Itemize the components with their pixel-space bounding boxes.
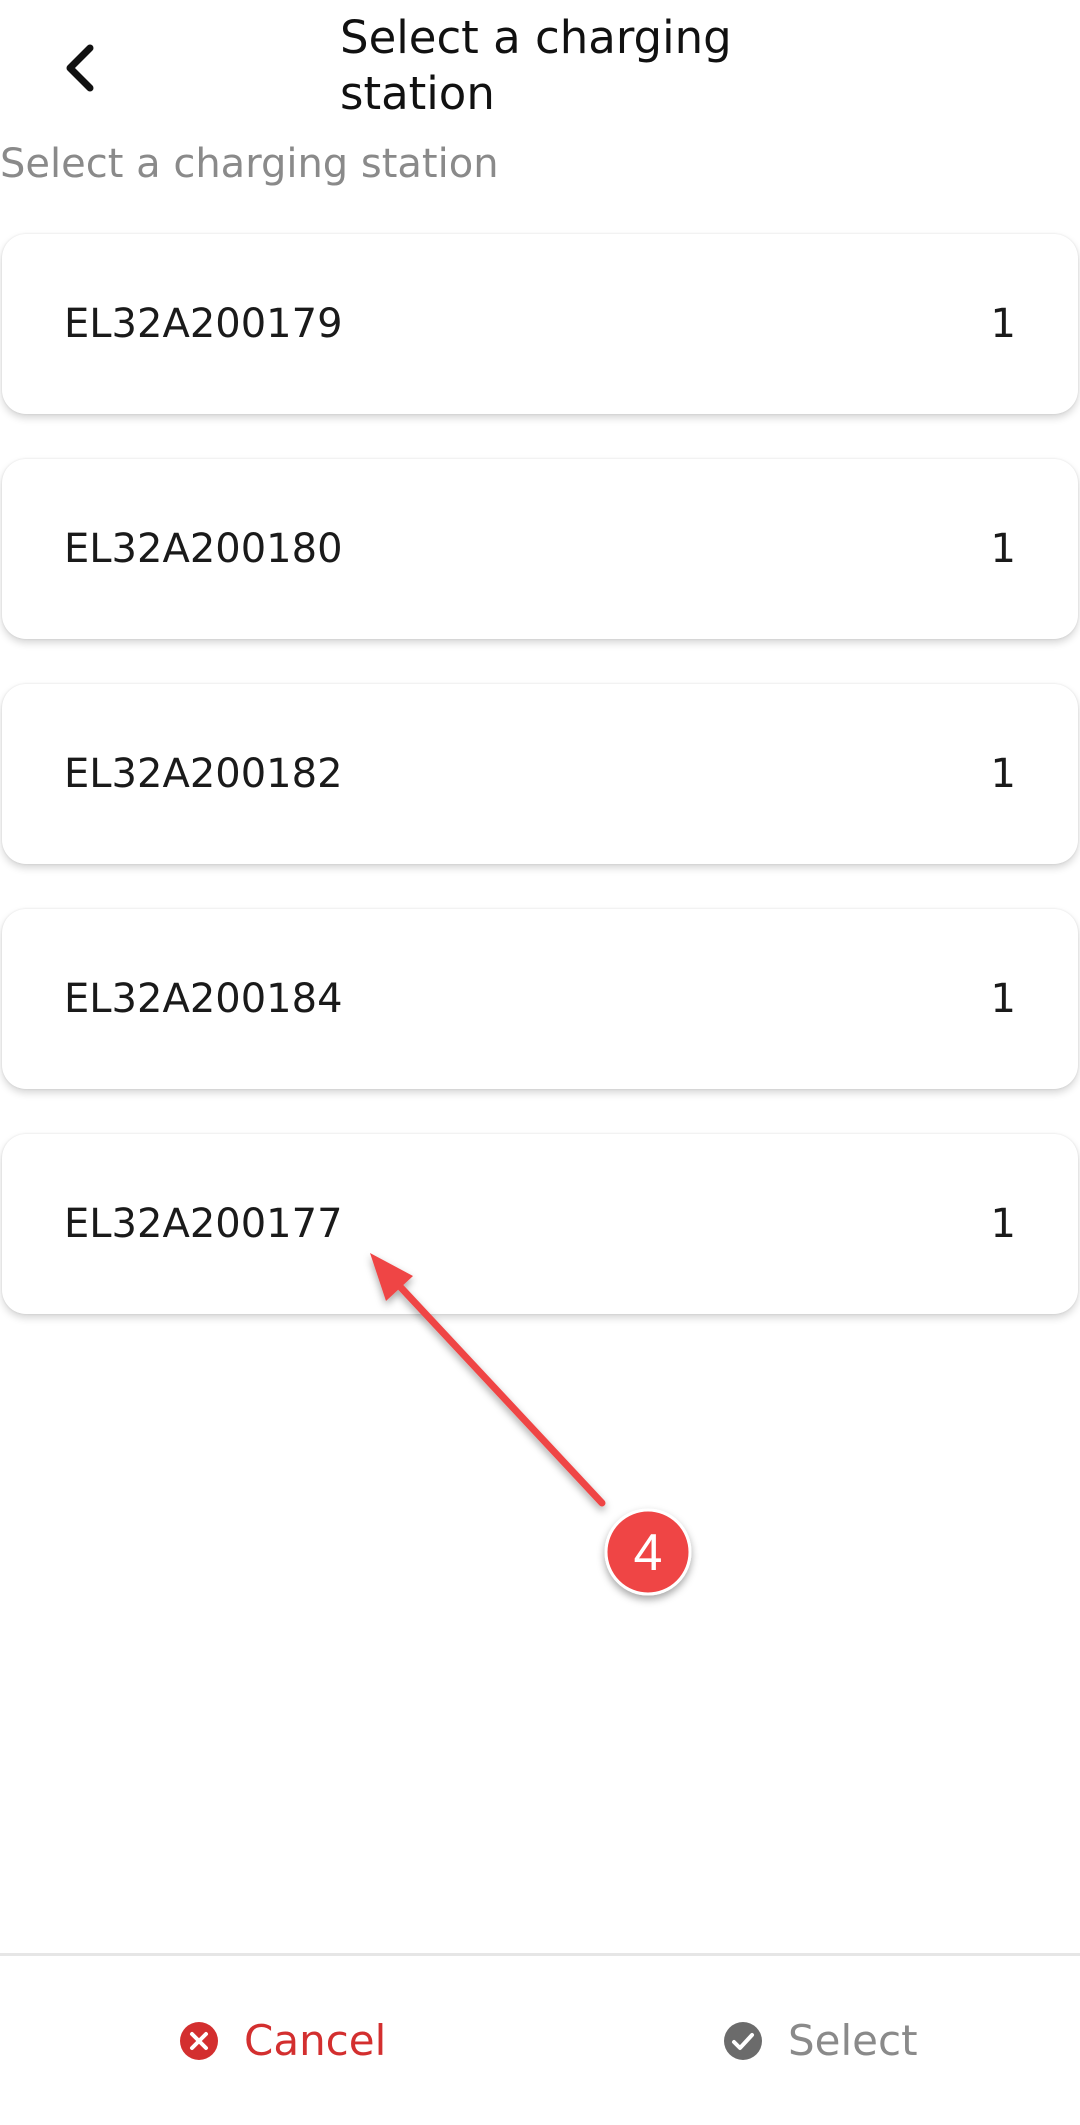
- station-count: 1: [990, 526, 1016, 572]
- select-button[interactable]: Select: [722, 1956, 918, 2125]
- chevron-left-icon: [66, 44, 94, 92]
- footer-bar: Cancel Select: [0, 1953, 1080, 2125]
- station-count: 1: [990, 1201, 1016, 1247]
- back-button[interactable]: [40, 28, 120, 108]
- station-id: EL32A200184: [64, 976, 343, 1022]
- station-id: EL32A200180: [64, 526, 343, 572]
- station-count: 1: [990, 301, 1016, 347]
- close-circle-icon: [178, 2020, 220, 2062]
- station-id: EL32A200177: [64, 1201, 343, 1247]
- check-circle-icon: [722, 2020, 764, 2062]
- subtitle: Select a charging station: [0, 141, 499, 187]
- station-count: 1: [990, 976, 1016, 1022]
- step-number: 4: [634, 1524, 663, 1582]
- cancel-label: Cancel: [244, 2016, 387, 2065]
- station-id: EL32A200182: [64, 751, 343, 797]
- station-card[interactable]: EL32A200179 1: [2, 234, 1078, 414]
- station-count: 1: [990, 751, 1016, 797]
- select-label: Select: [788, 2016, 918, 2065]
- app-header: Select a charging station: [0, 0, 1080, 140]
- station-card[interactable]: EL32A200180 1: [2, 459, 1078, 639]
- station-card[interactable]: EL32A200177 1: [2, 1134, 1078, 1314]
- station-card[interactable]: EL32A200184 1: [2, 909, 1078, 1089]
- page-title: Select a charging station: [340, 11, 732, 120]
- step-badge: [604, 1508, 692, 1596]
- station-id: EL32A200179: [64, 301, 343, 347]
- cancel-button[interactable]: Cancel: [178, 1956, 386, 2125]
- station-card[interactable]: EL32A200182 1: [2, 684, 1078, 864]
